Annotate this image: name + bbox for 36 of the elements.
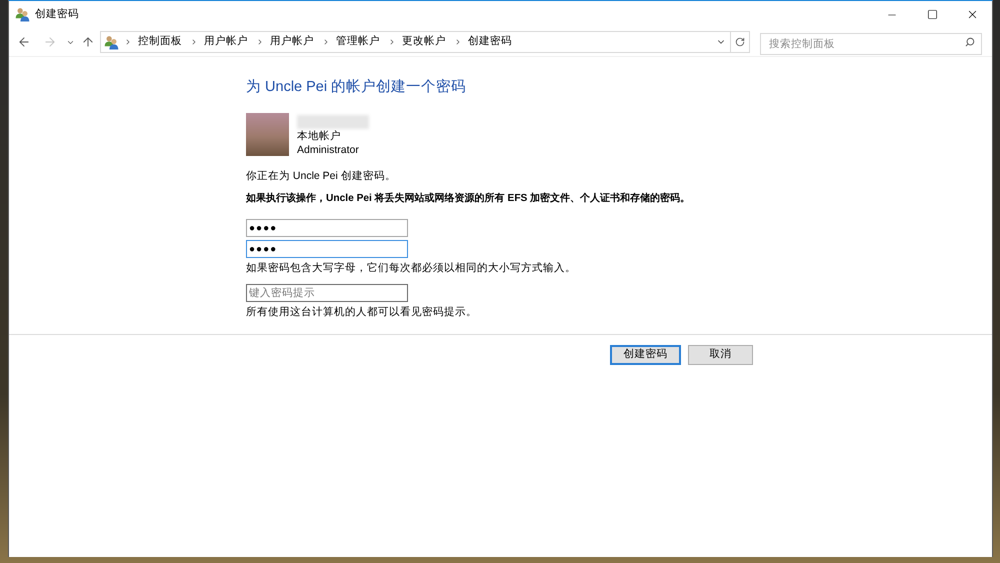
breadcrumb-separator-icon [256, 38, 264, 46]
up-arrow-icon[interactable] [81, 35, 95, 49]
hint-note: 所有使用这台计算机的人都可以看见密码提示。 [246, 305, 477, 320]
users-icon [104, 34, 119, 50]
breadcrumb-link[interactable]: 管理帐户 [336, 34, 380, 50]
account-role: Administrator [297, 143, 360, 158]
window-title: 创建密码 [35, 6, 79, 22]
breadcrumb-link[interactable]: 更改帐户 [402, 34, 446, 50]
search-icon[interactable] [965, 37, 975, 47]
intro-text: 你正在为 Uncle Pei 创建密码。 [246, 169, 396, 184]
account-type: 本地帐户 [297, 129, 342, 143]
breadcrumb-link[interactable]: 用户帐户 [204, 34, 248, 50]
maximize-icon [926, 9, 938, 20]
breadcrumb-separator-icon [454, 38, 462, 46]
refresh-button[interactable] [731, 31, 750, 53]
warning-text: 如果执行该操作，Uncle Pei 将丢失网站或网络资源的所有 EFS 加密文件、个人证书和存储的密码。 [246, 192, 690, 206]
breadcrumb-separator-icon [124, 38, 132, 46]
search-field[interactable]: 搜索控制面板 [760, 33, 982, 55]
address-bar[interactable]: 控制面板 用户帐户 用户帐户 管理帐户 更改帐户 创建密码 [100, 31, 731, 53]
breadcrumb-link[interactable]: 用户帐户 [270, 34, 314, 50]
photo-placeholder [246, 113, 289, 156]
breadcrumb-link[interactable]: 控制面板 [138, 34, 182, 50]
blurred-name-block [297, 115, 369, 129]
create-password-button[interactable]: 创建密码 [610, 345, 681, 365]
breadcrumb-link[interactable]: 创建密码 [468, 34, 512, 50]
refresh-icon [735, 37, 745, 47]
password-field[interactable]: ●●●● [246, 219, 408, 237]
users-icon [15, 7, 30, 22]
case-note: 如果密码包含大写字母，它们每次都必须以相同的大小写方式输入。 [246, 261, 576, 276]
hint-field[interactable]: 键入密码提示 [246, 284, 408, 302]
breadcrumb-separator-icon [322, 38, 330, 46]
cancel-button[interactable]: 取消 [688, 345, 753, 365]
breadcrumb-separator-icon [190, 38, 198, 46]
page-heading: 为 Uncle Pei 的帐户创建一个密码 [246, 78, 466, 97]
breadcrumb-separator-icon [388, 38, 396, 46]
password-field[interactable]: ●●●● [246, 240, 408, 258]
